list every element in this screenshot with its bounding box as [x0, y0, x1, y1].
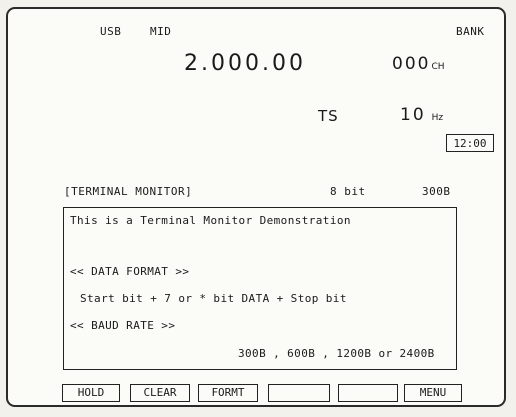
- mode-indicator: USB: [100, 25, 122, 38]
- terminal-line: Start bit + 7 or * bit DATA + Stop bit: [80, 292, 347, 305]
- terminal-output-box: This is a Terminal Monitor Demonstration…: [63, 207, 457, 370]
- blank-softkey-5[interactable]: [338, 384, 398, 402]
- tuning-step-label: TS: [318, 107, 339, 125]
- bank-indicator: BANK: [456, 25, 485, 38]
- channel-readout: 000CH: [392, 56, 445, 73]
- radio-display-screen: USB MID BANK 2.000.00 000CH TS 10 Hz 12:0…: [6, 7, 506, 407]
- terminal-line: << DATA FORMAT >>: [70, 265, 190, 278]
- terminal-line: << BAUD RATE >>: [70, 319, 176, 332]
- format-softkey[interactable]: FORMT: [198, 384, 258, 402]
- vfo-indicator: MID: [150, 25, 172, 38]
- tuning-step-readout: 10 Hz: [400, 107, 443, 124]
- blank-softkey-4[interactable]: [268, 384, 330, 402]
- hold-softkey[interactable]: HOLD: [62, 384, 120, 402]
- terminal-monitor-title: [TERMINAL MONITOR]: [64, 185, 193, 198]
- channel-number: 000: [392, 54, 431, 74]
- baud-indicator: 300B: [422, 185, 451, 198]
- terminal-line: 300B , 600B , 1200B or 2400B: [238, 347, 435, 360]
- menu-softkey[interactable]: MENU: [404, 384, 462, 402]
- tuning-step-value: 10: [400, 105, 426, 125]
- tuning-step-unit: Hz: [431, 113, 444, 123]
- clock-display: 12:00: [446, 134, 494, 152]
- clear-softkey[interactable]: CLEAR: [130, 384, 190, 402]
- channel-unit: CH: [431, 62, 445, 72]
- terminal-line: This is a Terminal Monitor Demonstration: [70, 214, 351, 227]
- frequency-readout: 2.000.00: [184, 51, 306, 76]
- data-bits-indicator: 8 bit: [330, 185, 366, 198]
